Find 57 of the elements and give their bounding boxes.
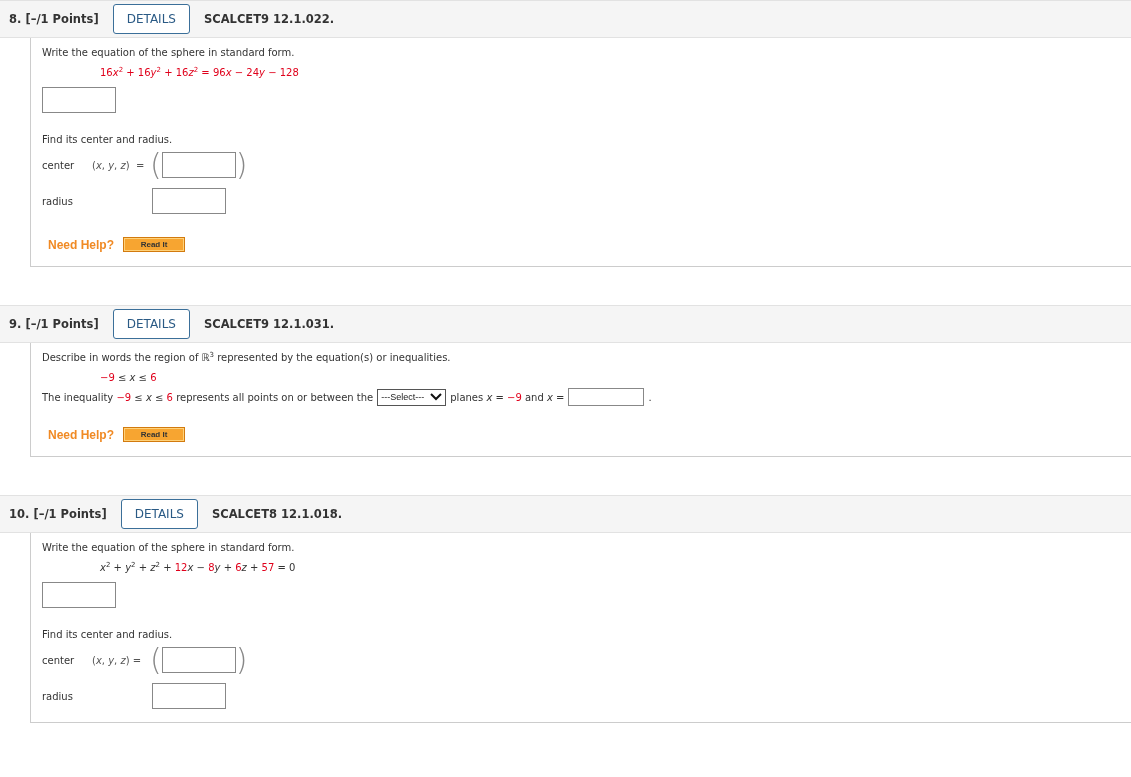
chevron-down-icon: [430, 393, 443, 401]
question-text: represents all points on or between the: [175, 391, 374, 403]
problem-points: 10. [–/1 Points]: [9, 507, 107, 521]
paren-text: (: [150, 645, 162, 675]
need-help-label: Need Help?: [48, 237, 114, 252]
problem-code: SCALCET9 12.1.031.: [203, 317, 335, 331]
question-text: 6: [166, 391, 173, 403]
question-text: x − 24: [225, 66, 260, 78]
question-text: planes x =: [450, 391, 505, 403]
question-text: = 0: [276, 561, 296, 573]
question-text: Write the equation of the sphere in standard form.: [42, 541, 295, 553]
radius-label: radius: [42, 690, 74, 702]
read-it-button[interactable]: Read It: [123, 237, 185, 252]
problem-code: SCALCET9 12.1.022.: [203, 12, 335, 26]
question-text: 12: [174, 561, 188, 573]
question-text: −9: [100, 371, 115, 383]
need-help-label: Need Help?: [48, 427, 114, 442]
paren-text: ): [235, 645, 248, 675]
problem-code: SCALCET8 12.1.018.: [211, 507, 343, 521]
question-text: The inequality: [42, 391, 115, 403]
question-text: x$^{2}$ + y$^{2}$ + z$^{2}$ +: [100, 560, 173, 574]
question-text: −9: [116, 391, 132, 403]
question-text: y$^{2}$ + 16: [150, 65, 189, 79]
question-text: z +: [241, 561, 260, 573]
question-text: z$^{2}$ = 96: [188, 65, 226, 79]
problem-points: 8. [–/1 Points]: [9, 12, 99, 26]
question-text: x$^{2}$ + 16: [112, 65, 151, 79]
center-label: center: [42, 159, 76, 171]
details-button[interactable]: DETAILS: [112, 4, 190, 34]
question-text: −9: [507, 391, 522, 403]
question-text: 16: [100, 66, 113, 78]
question-text: x −: [187, 561, 206, 573]
question-text: 8: [208, 561, 215, 573]
question-text: ≤ x ≤: [133, 391, 165, 403]
question-text: y − 128: [259, 66, 299, 78]
coordinate-label: (x, y, z) =: [92, 654, 143, 666]
paren-text: (: [150, 150, 162, 180]
question-text: Find its center and radius.: [42, 628, 173, 640]
question-text: 57: [261, 561, 275, 573]
coordinate-label: (x, y, z) =: [92, 159, 146, 171]
center-label: center: [42, 654, 76, 666]
paren-text: ): [235, 150, 248, 180]
question-text: y +: [214, 561, 233, 573]
read-it-button[interactable]: Read It: [123, 427, 185, 442]
radius-label: radius: [42, 195, 74, 207]
details-button[interactable]: DETAILS: [112, 309, 190, 339]
question-text: .: [648, 391, 652, 403]
question-text: Find its center and radius.: [42, 133, 173, 145]
select-dropdown[interactable]: ---Select---: [377, 388, 447, 406]
question-text: Describe in words the region of ℝ$^{3}$ represented by the equation(s) or inequalities.: [42, 350, 451, 364]
question-text: ≤ x ≤: [116, 371, 148, 383]
question-text: and x =: [524, 391, 565, 403]
question-text: 6: [150, 371, 157, 383]
question-text: Write the equation of the sphere in standard form.: [42, 46, 295, 58]
problem-points: 9. [–/1 Points]: [9, 317, 99, 331]
details-button[interactable]: DETAILS: [120, 499, 198, 529]
question-text: 6: [235, 561, 242, 573]
